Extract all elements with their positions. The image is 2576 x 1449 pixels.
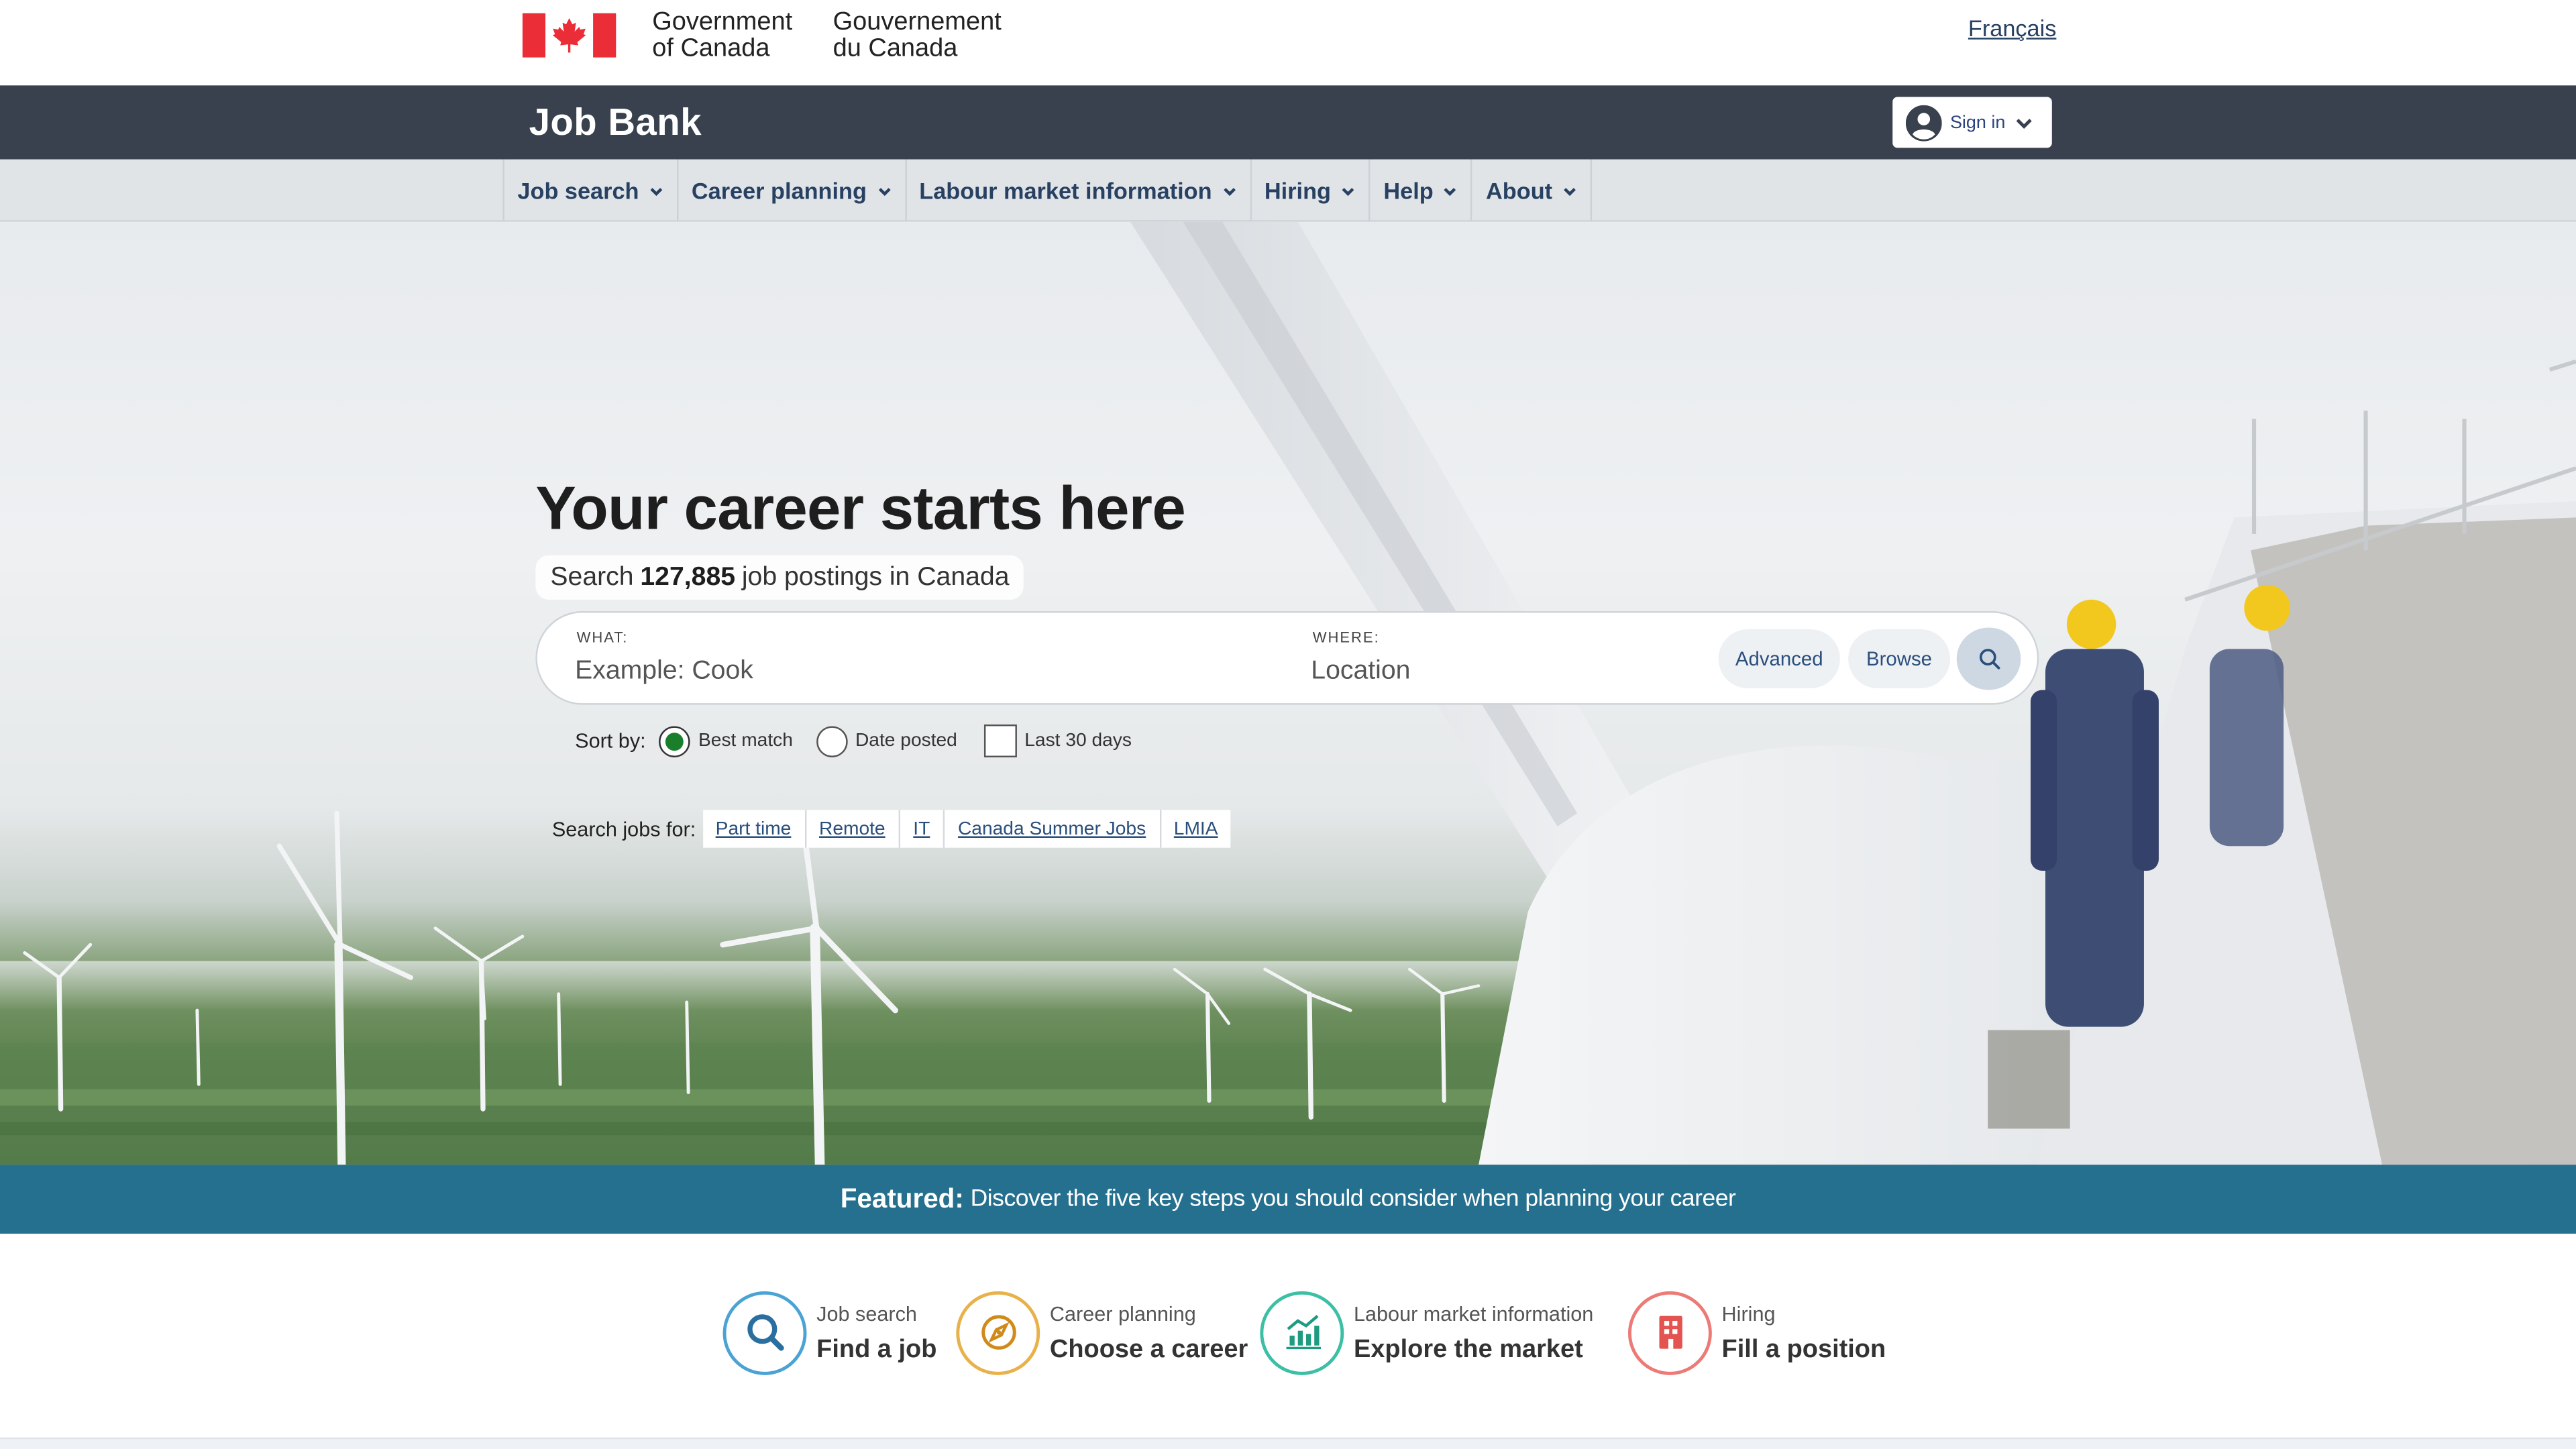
browse-button[interactable]: Browse [1848,629,1950,689]
canada-flag-icon [522,13,616,58]
quick-access-hiring[interactable]: Hiring Fill a position [1627,1289,1886,1375]
chart-icon [1260,1290,1344,1375]
nav-item-hiring[interactable]: Hiring [1249,159,1368,222]
gov-header: Government of Canada Gouvernement du Can… [0,0,2576,86]
footer-divider [0,1437,2576,1449]
nav-item-label: Help [1383,177,1434,204]
quick-access-labour-market[interactable]: Labour market information Explore the ma… [1260,1289,1593,1375]
quick-link-it[interactable]: IT [900,810,945,848]
sort-best-match-radio[interactable] [659,725,690,757]
nav-item-job-search[interactable]: Job search [502,159,676,222]
building-icon [1627,1290,1712,1375]
quick-access-small-label: Labour market information [1353,1301,1594,1326]
main-nav: Job search Career planning Labour market… [0,159,2576,222]
last-30-days-checkbox[interactable] [983,724,1017,757]
nav-list: Job search Career planning Labour market… [502,159,1592,222]
nav-item-label: Job search [517,177,639,204]
gov-fr-line1: Gouvernement [833,8,1002,36]
quick-access-job-search[interactable]: Job search Find a job [722,1289,937,1375]
sort-date-posted-radio[interactable] [816,725,847,757]
sort-best-match-label[interactable]: Best match [698,731,793,751]
search-icon [722,1290,807,1375]
nav-item-label: About [1486,177,1553,204]
quick-search-label: Search jobs for: [551,817,696,841]
quick-access-small-label: Career planning [1049,1301,1196,1326]
where-input[interactable] [1311,653,1689,690]
nav-item-help[interactable]: Help [1368,159,1471,222]
language-toggle-link[interactable]: Français [1968,15,2056,41]
nav-item-label: Career planning [691,177,867,204]
gov-wordmark-fr: Gouvernement du Canada [833,8,1002,63]
sort-options: Sort by: Best match Date posted Last 30 … [575,724,1155,757]
quick-access-small-label: Job search [816,1301,917,1326]
quick-access-big-label: Fill a position [1721,1334,1886,1363]
what-label: WHAT: [576,629,629,646]
last-30-days-label[interactable]: Last 30 days [1024,731,1132,751]
nav-item-labour-market-information[interactable]: Labour market information [904,159,1250,222]
quick-access-section: Job search Find a job Career planning Ch… [0,1234,2576,1438]
chevron-down-icon [1223,186,1236,195]
gov-en-line1: Government [652,8,793,36]
search-submit-button[interactable] [1956,627,2021,690]
featured-text: Discover the five key steps you should c… [970,1186,1736,1213]
app-bar: Job Bank Sign in [0,85,2576,160]
quick-search-links: Search jobs for: Part time Remote IT Can… [551,810,1232,848]
count-value: 127,885 [640,562,736,591]
sign-in-label: Sign in [1949,112,2006,133]
where-label: WHERE: [1312,629,1380,646]
job-search-form: WHAT: WHERE: Advanced Browse [535,611,2039,705]
hero-section: Your career starts here Search 127,885 j… [0,221,2576,1165]
chevron-down-icon [1444,186,1457,195]
what-input[interactable] [575,653,1265,690]
app-title[interactable]: Job Bank [529,100,702,144]
job-postings-count: Search 127,885 job postings in Canada [535,555,1024,600]
quick-access-small-label: Hiring [1721,1301,1776,1326]
quick-link-remote[interactable]: Remote [806,810,900,848]
count-suffix: job postings in Canada [741,562,1010,591]
chevron-down-icon [2015,117,2031,128]
chevron-down-icon [1563,186,1576,195]
chevron-down-icon [1342,186,1354,195]
gov-en-line2: of Canada [652,34,770,63]
gov-fr-line2: du Canada [833,34,958,63]
quick-access-big-label: Explore the market [1353,1334,1583,1363]
quick-access-big-label: Choose a career [1049,1334,1248,1363]
quick-link-part-time[interactable]: Part time [702,810,806,848]
sign-in-button[interactable]: Sign in [1892,97,2052,148]
compass-icon [956,1290,1040,1375]
featured-banner[interactable]: Featured: Discover the five key steps yo… [0,1165,2576,1234]
quick-access-big-label: Find a job [816,1334,937,1363]
quick-link-lmia[interactable]: LMIA [1161,810,1232,848]
count-prefix: Search [550,562,634,591]
page: Government of Canada Gouvernement du Can… [0,0,2576,1449]
nav-item-label: Labour market information [919,177,1212,204]
hero-title: Your career starts here [535,474,1185,543]
quick-link-canada-summer-jobs[interactable]: Canada Summer Jobs [945,810,1161,848]
nav-item-career-planning[interactable]: Career planning [676,159,904,222]
advanced-search-button[interactable]: Advanced [1718,629,1840,689]
sort-date-posted-label[interactable]: Date posted [855,731,957,751]
chevron-down-icon [650,186,663,195]
nav-item-label: Hiring [1264,177,1331,204]
quick-access-career-planning[interactable]: Career planning Choose a career [956,1289,1248,1375]
search-icon [1978,649,2000,669]
user-avatar-icon [1905,104,1942,141]
chevron-down-icon [877,186,890,195]
featured-label: Featured: [840,1183,964,1214]
nav-item-about[interactable]: About [1471,159,1592,222]
gov-wordmark-en: Government of Canada [652,8,793,63]
sort-label: Sort by: [575,729,646,753]
